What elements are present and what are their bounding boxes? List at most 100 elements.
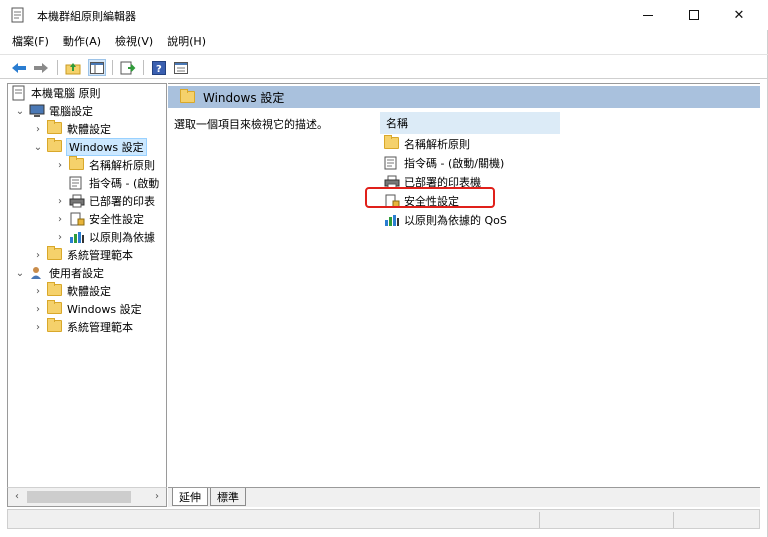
tree-label: Windows 設定 — [66, 138, 147, 156]
policy-document-icon — [12, 85, 25, 101]
bar-chart-icon — [70, 232, 84, 243]
chevron-right-icon[interactable]: › — [54, 160, 66, 171]
export-list-button[interactable] — [119, 59, 137, 76]
toolbar: ? — [0, 54, 768, 79]
tree-item-user-admin-templates[interactable]: › 系統管理範本 — [32, 318, 133, 336]
tree-label: 指令碼 - (啟動 — [89, 177, 160, 190]
chevron-right-icon[interactable]: › — [54, 196, 66, 207]
script-icon — [384, 156, 397, 170]
chevron-down-icon[interactable]: ⌄ — [32, 142, 44, 153]
chevron-right-icon[interactable]: › — [32, 304, 44, 315]
tree-pane[interactable]: 本機電腦 原則 ⌄ 電腦設定 › 軟體設定 ⌄ Windows 設定 › 名稱解… — [7, 83, 167, 507]
script-icon — [69, 176, 82, 190]
view-tabs: 延伸 標準 — [168, 487, 760, 507]
scroll-right-icon[interactable]: › — [150, 491, 164, 503]
show-hide-tree-icon — [90, 61, 104, 74]
tree-item-user-software-settings[interactable]: › 軟體設定 — [32, 282, 111, 300]
title-bar[interactable]: 本機群組原則編輯器 ✕ — [0, 0, 768, 30]
tree-label: Windows 設定 — [67, 303, 142, 316]
maximize-icon — [689, 10, 699, 20]
tree-label: 軟體設定 — [67, 123, 111, 136]
menu-help[interactable]: 說明(H) — [167, 33, 206, 49]
properties-icon — [174, 61, 188, 74]
folder-icon — [47, 120, 62, 134]
tab-extended[interactable]: 延伸 — [172, 488, 208, 506]
up-folder-button[interactable] — [64, 59, 82, 76]
tab-standard[interactable]: 標準 — [210, 488, 246, 506]
details-header: Windows 設定 — [168, 86, 760, 108]
tree-item-root[interactable]: 本機電腦 原則 — [12, 84, 101, 102]
chevron-down-icon[interactable]: ⌄ — [14, 268, 26, 279]
close-button[interactable]: ✕ — [716, 0, 762, 30]
tree-item-deployed-printers[interactable]: › 已部署的印表 — [54, 192, 155, 210]
scroll-thumb[interactable] — [27, 491, 131, 503]
security-icon — [70, 212, 85, 226]
tree-item-admin-templates[interactable]: › 系統管理範本 — [32, 246, 133, 264]
menu-action[interactable]: 動作(A) — [63, 33, 101, 49]
svg-text:?: ? — [156, 64, 162, 75]
chevron-right-icon[interactable]: › — [54, 214, 66, 225]
tree-label: 以原則為依據 — [89, 231, 155, 244]
policy-document-icon — [11, 7, 24, 23]
tree-label: 系統管理範本 — [67, 249, 133, 262]
tree-item-user-config[interactable]: ⌄ 使用者設定 — [14, 264, 104, 282]
folder-icon — [47, 138, 62, 152]
chevron-right-icon[interactable]: › — [32, 124, 44, 135]
tree-item-security-settings[interactable]: › 安全性設定 — [54, 210, 144, 228]
forward-button[interactable] — [32, 59, 50, 76]
close-icon: ✕ — [733, 7, 745, 23]
folder-icon — [69, 156, 84, 170]
tree-item-computer-config[interactable]: ⌄ 電腦設定 — [14, 102, 93, 120]
scroll-left-icon[interactable]: ‹ — [10, 491, 24, 503]
chevron-right-icon[interactable]: › — [32, 286, 44, 297]
folder-icon — [47, 300, 62, 314]
properties-button[interactable] — [172, 59, 190, 76]
status-separator — [673, 512, 674, 528]
forward-icon — [34, 62, 48, 73]
list-item-qos[interactable]: 以原則為依據的 QoS — [384, 211, 507, 229]
tree-item-qos[interactable]: › 以原則為依據 — [54, 228, 155, 246]
folder-icon — [47, 318, 62, 332]
chevron-right-icon[interactable]: › — [32, 322, 44, 333]
chevron-down-icon[interactable]: ⌄ — [14, 106, 26, 117]
toolbar-separator — [57, 60, 58, 75]
details-header-title: Windows 設定 — [203, 90, 285, 105]
minimize-button[interactable] — [625, 0, 671, 30]
chevron-right-icon[interactable]: › — [32, 250, 44, 261]
chevron-right-icon[interactable]: › — [54, 232, 66, 243]
export-list-icon — [120, 61, 136, 74]
list-item-name-resolution[interactable]: 名稱解析原則 — [384, 135, 470, 153]
folder-icon — [47, 282, 62, 296]
help-button[interactable]: ? — [150, 59, 168, 76]
tree-item-software-settings[interactable]: › 軟體設定 — [32, 120, 111, 138]
gpedit-window: 本機群組原則編輯器 ✕ 檔案(F) 動作(A) 檢視(V) 說明(H) ? 本機… — [0, 0, 768, 537]
minimize-icon — [643, 14, 653, 16]
column-header-name[interactable]: 名稱 — [380, 112, 560, 134]
folder-icon — [47, 246, 62, 260]
menu-file[interactable]: 檔案(F) — [12, 33, 49, 49]
tree-label: 名稱解析原則 — [89, 159, 155, 172]
tree-item-user-windows-settings[interactable]: › Windows 設定 — [32, 300, 142, 318]
show-hide-tree-button[interactable] — [88, 59, 106, 76]
maximize-button[interactable] — [671, 0, 717, 30]
description-text: 選取一個項目來檢視它的描述。 — [174, 118, 328, 131]
folder-icon — [180, 89, 195, 103]
status-bar — [7, 509, 760, 529]
computer-icon — [29, 104, 45, 117]
tree-label: 已部署的印表 — [89, 195, 155, 208]
tree-horizontal-scrollbar[interactable]: ‹ › — [7, 487, 167, 507]
menu-view[interactable]: 檢視(V) — [115, 33, 153, 49]
back-button[interactable] — [10, 59, 28, 76]
tree-label: 軟體設定 — [67, 285, 111, 298]
list-item-scripts[interactable]: 指令碼 - (啟動/關機) — [384, 154, 504, 172]
tree-item-name-resolution[interactable]: › 名稱解析原則 — [54, 156, 155, 174]
up-folder-icon — [65, 62, 81, 74]
tree-item-scripts[interactable]: 指令碼 - (啟動 — [69, 174, 159, 192]
tree-label: 使用者設定 — [49, 267, 104, 280]
tree-label: 本機電腦 原則 — [31, 87, 101, 100]
tree-label: 電腦設定 — [49, 105, 93, 118]
highlight-box — [365, 187, 495, 208]
list-item-label: 以原則為依據的 QoS — [404, 214, 507, 227]
printer-icon — [69, 194, 85, 208]
tree-item-windows-settings[interactable]: ⌄ Windows 設定 — [32, 138, 147, 156]
